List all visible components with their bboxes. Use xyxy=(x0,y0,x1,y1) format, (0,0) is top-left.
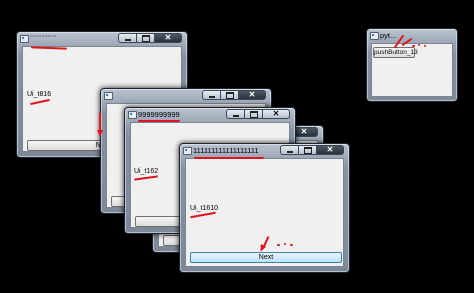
app-icon xyxy=(183,147,192,155)
close-icon: ✕ xyxy=(326,145,334,154)
annotation-dot xyxy=(290,244,293,246)
titlebar[interactable]: ˇˇˇˇˇˇˇˇˇ ✕ xyxy=(17,32,187,46)
annotation-underline xyxy=(138,120,180,122)
caption-buttons: ✕ xyxy=(280,145,344,155)
close-button[interactable]: ✕ xyxy=(316,145,344,155)
annotation-dot xyxy=(412,45,415,47)
annotation-arrow-head xyxy=(97,130,103,137)
client-area: pushButton_13 xyxy=(371,43,453,97)
maximize-icon xyxy=(249,110,258,118)
label-ui-t162: Ui_t162 xyxy=(134,168,159,175)
app-icon xyxy=(128,111,137,119)
annotation-dot xyxy=(424,45,426,47)
label-ui-t816: Ui_t816 xyxy=(27,91,52,98)
annotation-dot xyxy=(277,244,280,246)
maximize-button[interactable] xyxy=(136,33,154,43)
minimize-button[interactable] xyxy=(118,33,136,43)
minimize-button[interactable] xyxy=(202,90,220,100)
close-button[interactable]: ✕ xyxy=(238,90,266,100)
close-icon: ✕ xyxy=(248,90,256,99)
app-icon xyxy=(104,92,113,100)
close-icon: ✕ xyxy=(164,33,172,42)
titlebar[interactable]: ✕ xyxy=(101,89,271,103)
next-button[interactable]: Next xyxy=(190,252,342,263)
maximize-button[interactable] xyxy=(220,90,238,100)
window-title: 9999999999 xyxy=(138,110,180,119)
minimize-button[interactable] xyxy=(226,109,244,119)
annotation-underline xyxy=(194,157,264,159)
maximize-button[interactable] xyxy=(298,145,316,155)
caption-buttons: ✕ xyxy=(226,109,290,119)
close-button[interactable]: ✕ xyxy=(262,109,290,119)
close-icon: ✕ xyxy=(300,127,308,136)
annotation-dot xyxy=(418,44,420,46)
minimize-icon xyxy=(232,114,239,117)
maximize-icon xyxy=(303,146,312,154)
maximize-button[interactable] xyxy=(244,109,262,119)
close-icon: ✕ xyxy=(272,109,280,118)
minimize-icon xyxy=(208,95,215,98)
maximize-icon xyxy=(141,34,150,42)
annotation-arrow xyxy=(99,113,101,130)
maximize-icon xyxy=(225,91,234,99)
caption-buttons: ✕ xyxy=(118,33,182,43)
minimize-button[interactable] xyxy=(280,145,298,155)
window-title: ˇˇˇˇˇˇˇˇˇ xyxy=(30,34,57,43)
window-title: pyt... xyxy=(380,31,397,40)
close-button[interactable]: ✕ xyxy=(154,33,182,43)
titlebar[interactable]: 111111111111111111 ✕ xyxy=(180,144,349,158)
annotation-dot xyxy=(284,243,286,245)
app-icon xyxy=(20,35,29,43)
minimize-icon xyxy=(124,38,131,41)
caption-buttons: ✕ xyxy=(202,90,266,100)
titlebar[interactable]: pyt... xyxy=(367,29,457,43)
minimize-icon xyxy=(286,150,293,153)
app-icon xyxy=(370,32,379,40)
window-title: 111111111111111111 xyxy=(193,146,259,155)
window-ui-t1610: 111111111111111111 ✕ Ui_t1610 Next xyxy=(179,143,350,273)
push-button-13[interactable]: pushButton_13 xyxy=(373,47,418,58)
